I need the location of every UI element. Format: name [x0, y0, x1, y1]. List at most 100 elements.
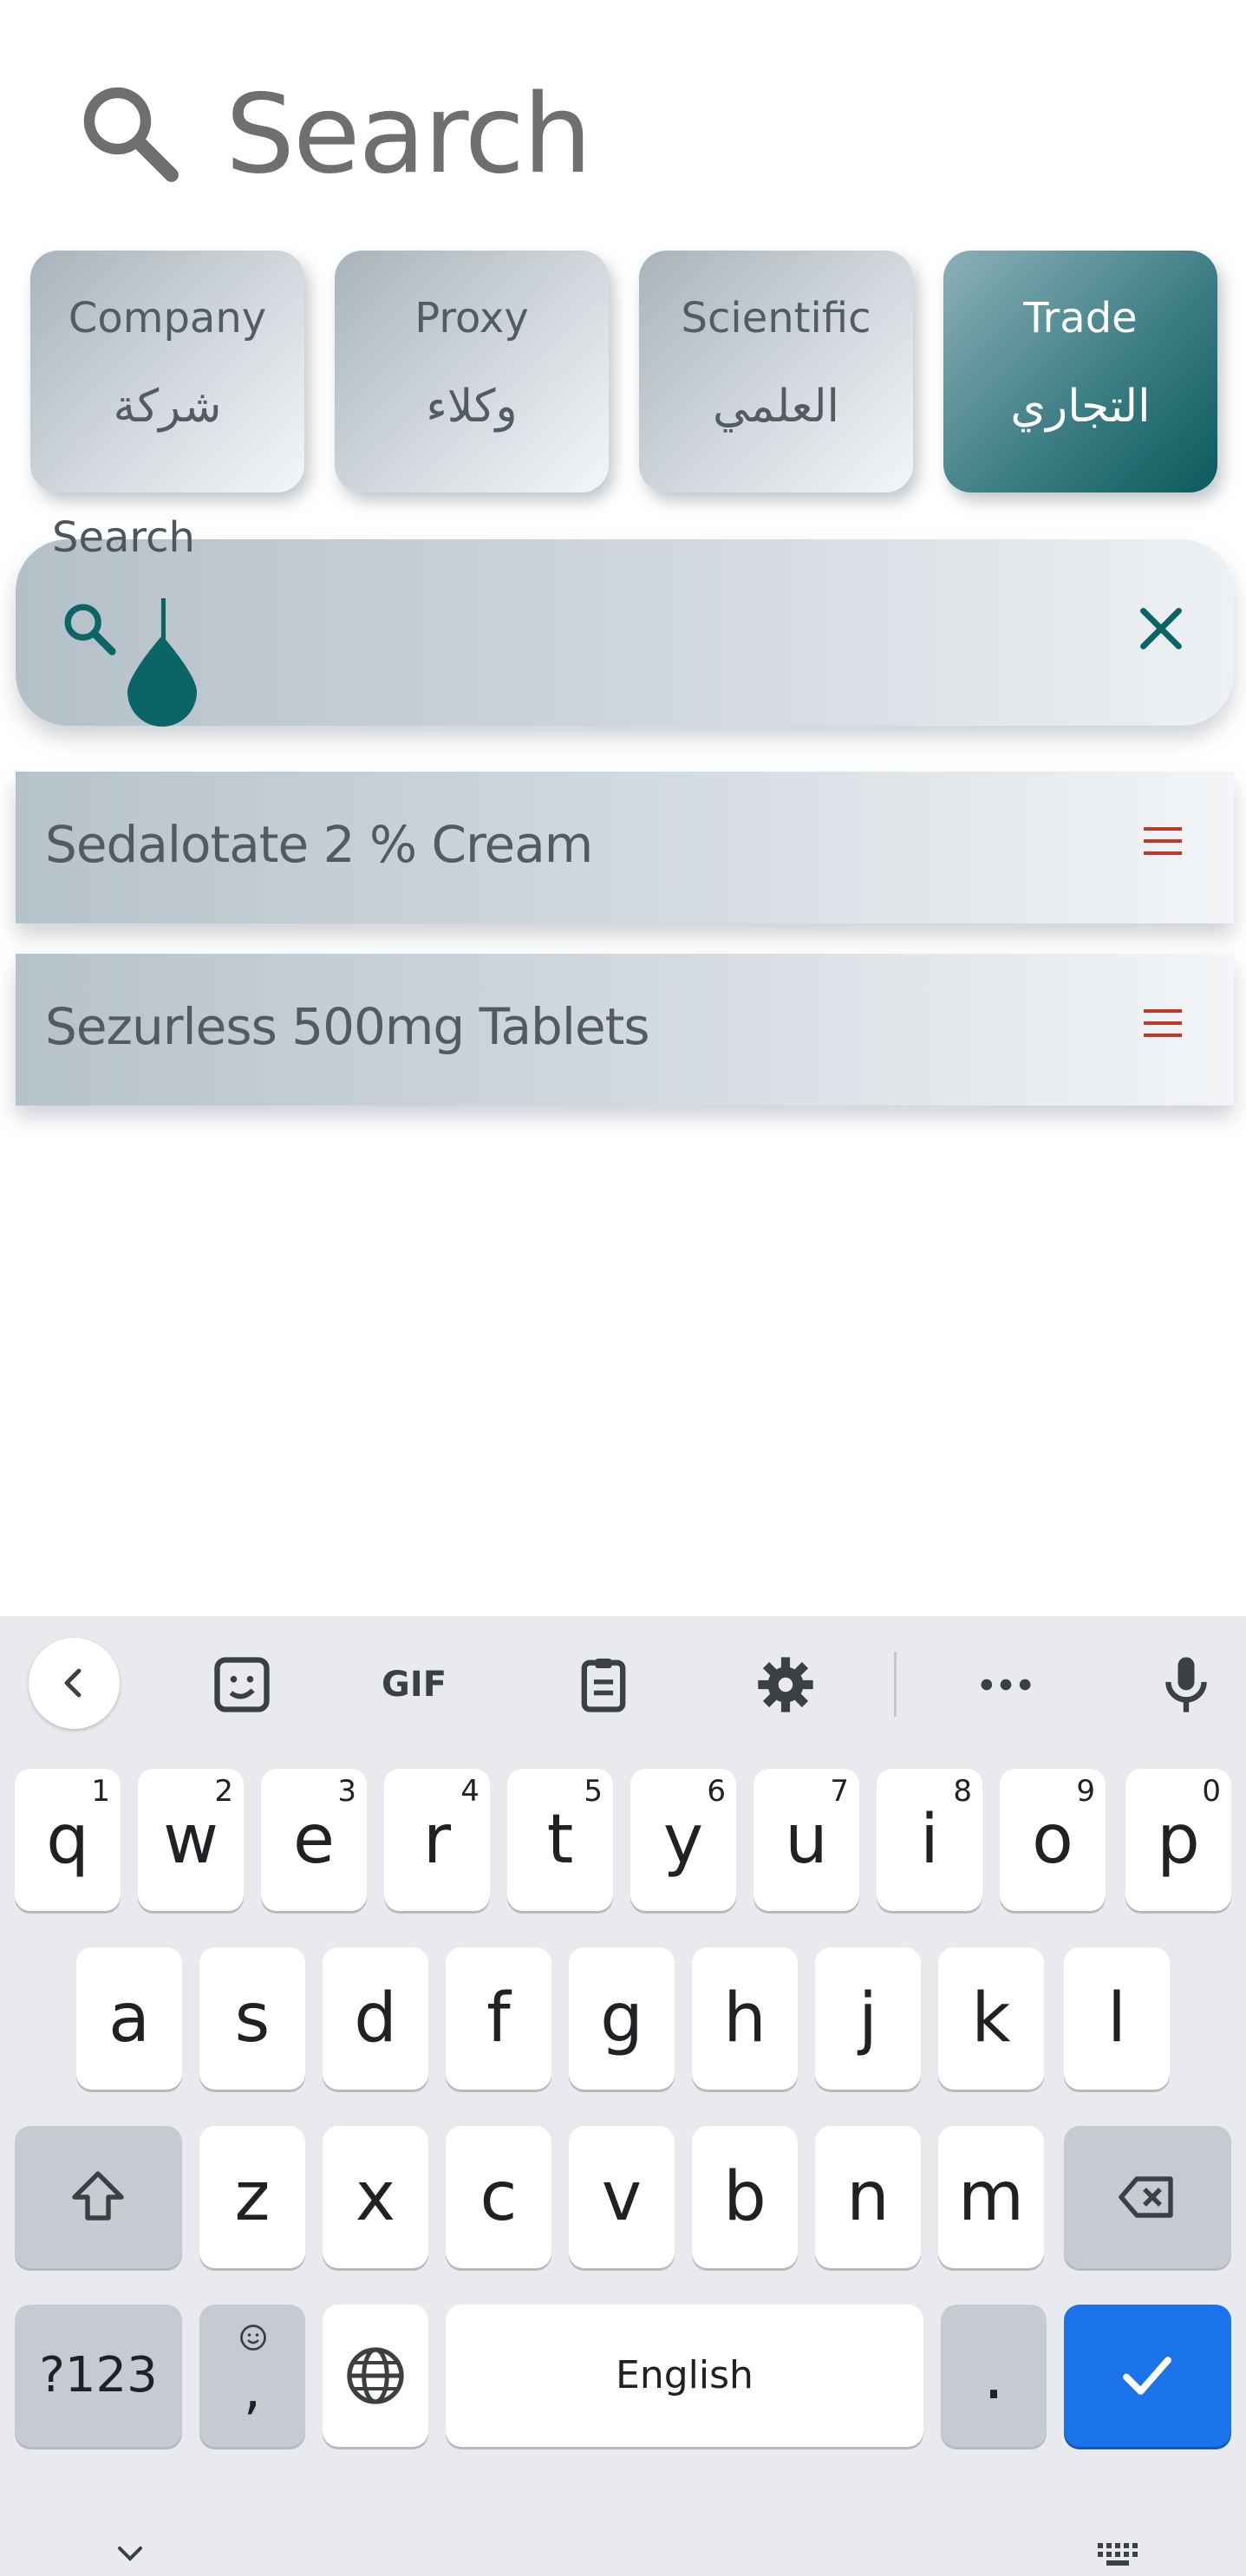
list-item[interactable]: Sedalotate 2 % Cream — [16, 772, 1234, 923]
key-label: c — [479, 2158, 518, 2236]
key-z[interactable]: z — [199, 2126, 305, 2268]
tab-trade-label-ar: التجاري — [1010, 381, 1151, 433]
key-label: s — [234, 1979, 271, 2058]
shift-key[interactable] — [15, 2126, 182, 2268]
microphone-icon[interactable] — [1153, 1652, 1219, 1718]
key-hint: 6 — [707, 1774, 726, 1809]
clipboard-icon[interactable] — [571, 1652, 636, 1718]
key-label: v — [601, 2158, 643, 2236]
tab-scientific-label-ar: العلمي — [713, 381, 839, 433]
page-title: Search — [225, 70, 592, 198]
key-u[interactable]: 7u — [753, 1769, 859, 1911]
emoji-icon — [240, 2325, 266, 2351]
key-hint: 5 — [584, 1774, 603, 1809]
key-p[interactable]: 0p — [1125, 1769, 1231, 1911]
settings-gear-icon[interactable] — [753, 1652, 819, 1718]
list-item-name: Sedalotate 2 % Cream — [45, 815, 593, 874]
key-h[interactable]: h — [692, 1947, 798, 2090]
key-label: English — [616, 2353, 753, 2397]
key-q[interactable]: 1q — [15, 1769, 121, 1911]
key-hint: 7 — [830, 1774, 849, 1809]
key-g[interactable]: g — [569, 1947, 675, 2090]
key-b[interactable]: b — [692, 2126, 798, 2268]
key-k[interactable]: k — [938, 1947, 1044, 2090]
tab-scientific-label-en: Scientific — [681, 294, 871, 342]
tab-company-label-en: Company — [68, 294, 267, 342]
key-label: a — [108, 1979, 150, 2058]
key-d[interactable]: d — [323, 1947, 428, 2090]
key-hint: 2 — [214, 1774, 233, 1809]
key-r[interactable]: 4r — [384, 1769, 490, 1911]
tab-proxy[interactable]: Proxy وكلاء — [335, 251, 609, 492]
key-c[interactable]: c — [446, 2126, 551, 2268]
key-l[interactable]: l — [1064, 1947, 1170, 2090]
tab-proxy-label-en: Proxy — [414, 294, 529, 342]
key-label: k — [971, 1979, 1011, 2058]
key-label: , — [243, 2358, 262, 2422]
key-v[interactable]: v — [569, 2126, 675, 2268]
tab-proxy-label-ar: وكلاء — [426, 381, 518, 433]
hide-keyboard-chevron-icon[interactable] — [104, 2536, 156, 2571]
key-hint: 9 — [1076, 1774, 1095, 1809]
key-label: d — [354, 1979, 397, 2058]
tab-trade[interactable]: Trade التجاري — [943, 251, 1217, 492]
key-s[interactable]: s — [199, 1947, 305, 2090]
key-label: b — [723, 2158, 767, 2236]
language-key[interactable] — [323, 2305, 428, 2447]
emoji-comma-key[interactable]: , — [199, 2305, 305, 2447]
key-y[interactable]: 6y — [630, 1769, 736, 1911]
key-hint: 1 — [91, 1774, 110, 1809]
key-hint: 0 — [1202, 1774, 1221, 1809]
backspace-icon — [1119, 2176, 1173, 2218]
key-w[interactable]: 2w — [138, 1769, 244, 1911]
key-label: z — [234, 2158, 271, 2236]
key-hint: 8 — [953, 1774, 972, 1809]
globe-icon — [347, 2347, 404, 2404]
shift-arrow-icon — [72, 2171, 124, 2221]
key-label: . — [982, 2337, 1005, 2415]
gif-button[interactable]: GIF — [382, 1652, 460, 1718]
menu-lines-icon[interactable] — [1144, 824, 1182, 858]
more-dots-icon[interactable] — [973, 1652, 1039, 1718]
backspace-key[interactable] — [1064, 2126, 1231, 2268]
tab-company-label-ar: شركة — [113, 381, 222, 433]
key-i[interactable]: 8i — [877, 1769, 982, 1911]
close-icon[interactable] — [1131, 598, 1191, 659]
key-x[interactable]: x — [323, 2126, 428, 2268]
cursor-handle-icon[interactable] — [127, 636, 197, 727]
back-chevron-icon — [64, 1668, 82, 1698]
check-icon — [1123, 2357, 1171, 2395]
search-field-label: Search — [52, 513, 195, 562]
key-label: ?123 — [39, 2347, 158, 2403]
key-label: x — [355, 2158, 396, 2236]
key-n[interactable]: n — [815, 2126, 921, 2268]
key-a[interactable]: a — [76, 1947, 182, 2090]
key-label: j — [858, 1979, 877, 2058]
toolbar-divider — [894, 1652, 897, 1717]
key-label: l — [1107, 1979, 1126, 2058]
key-j[interactable]: j — [815, 1947, 921, 2090]
key-f[interactable]: f — [446, 1947, 551, 2090]
symbols-key[interactable]: ?123 — [15, 2305, 182, 2447]
keyboard-back-button[interactable] — [29, 1638, 120, 1729]
search-input[interactable] — [16, 539, 1234, 726]
header: Search — [0, 0, 1246, 243]
space-key[interactable]: English — [446, 2305, 923, 2447]
list-item-name: Sezurless 500mg Tablets — [45, 997, 650, 1056]
key-e[interactable]: 3e — [261, 1769, 367, 1911]
enter-key[interactable] — [1064, 2305, 1231, 2447]
search-icon — [64, 603, 116, 655]
tab-scientific[interactable]: Scientific العلمي — [639, 251, 913, 492]
key-hint: 3 — [337, 1774, 356, 1809]
menu-lines-icon[interactable] — [1144, 1006, 1182, 1040]
list-item[interactable]: Sezurless 500mg Tablets — [16, 954, 1234, 1105]
key-m[interactable]: m — [938, 2126, 1044, 2268]
key-label: n — [846, 2158, 890, 2236]
key-label: f — [486, 1979, 511, 2058]
keyboard-switch-icon[interactable] — [1093, 2536, 1145, 2571]
key-o[interactable]: 9o — [1000, 1769, 1106, 1911]
key-t[interactable]: 5t — [507, 1769, 613, 1911]
sticker-icon[interactable] — [209, 1652, 275, 1718]
tab-company[interactable]: Company شركة — [30, 251, 304, 492]
period-key[interactable]: . — [941, 2305, 1047, 2447]
